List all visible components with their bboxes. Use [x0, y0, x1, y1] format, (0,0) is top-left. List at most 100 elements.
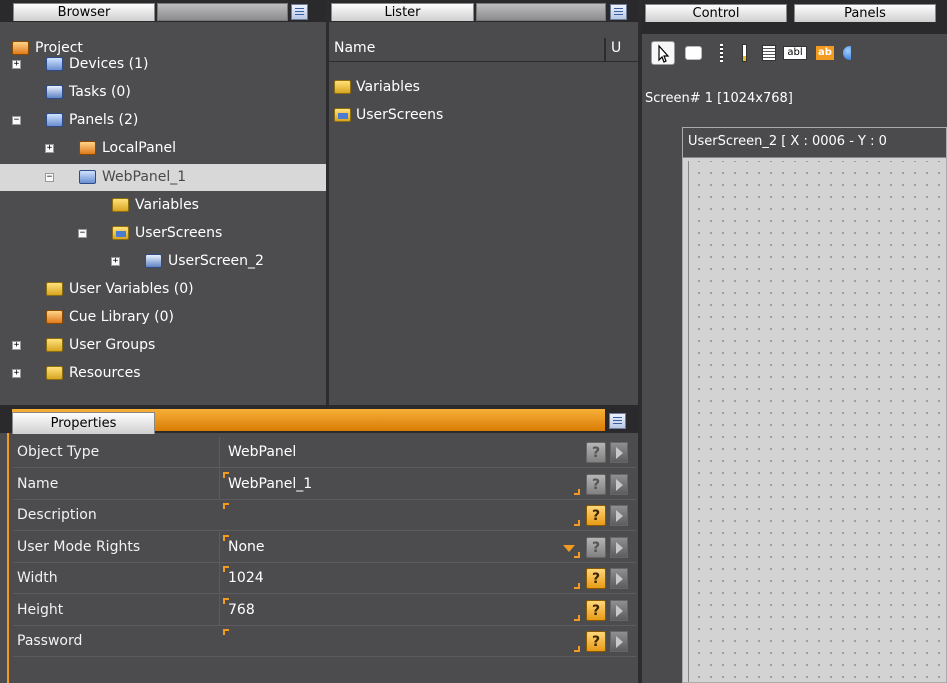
text-field-tool-icon[interactable]: abl	[782, 41, 808, 65]
tree-item[interactable]: Variables	[0, 192, 326, 219]
expand-arrow-icon[interactable]	[610, 631, 628, 652]
collapse-icon[interactable]: −	[12, 116, 21, 126]
userscreen-window[interactable]: UserScreen_2 [ X : 0006 - Y : 0	[682, 127, 947, 683]
browser-layout-icon[interactable]	[291, 4, 308, 20]
lister-layout-icon[interactable]	[610, 4, 627, 20]
tree-item[interactable]: User Variables (0)	[0, 276, 326, 303]
tree-item[interactable]: Tasks (0)	[0, 79, 326, 106]
column-divider	[604, 38, 606, 62]
column-name[interactable]: Name	[334, 40, 375, 56]
project-tree: Project + Devices (1) Tasks (0) − Panels (2) +…	[0, 36, 326, 405]
tree-item[interactable]: − WebPanel_1	[0, 163, 326, 191]
tasks-icon	[46, 85, 63, 100]
tree-item[interactable]: + LocalPanel	[0, 135, 326, 162]
collapse-icon[interactable]: −	[78, 228, 87, 238]
text-field-tool-label: abl	[783, 46, 807, 60]
property-row[interactable]: Description?	[13, 500, 636, 531]
property-value: WebPanel	[219, 437, 589, 468]
browser-header-strip	[157, 3, 288, 21]
tree-item-label: Cue Library (0)	[69, 309, 174, 325]
property-name: Width	[17, 570, 58, 586]
tab-properties[interactable]: Properties	[12, 412, 155, 434]
help-icon[interactable]: ?	[586, 442, 606, 463]
column-u[interactable]: U	[611, 40, 621, 56]
property-value[interactable]: 768	[219, 594, 589, 626]
pointer-tool-icon[interactable]	[651, 41, 675, 65]
expand-arrow-icon[interactable]	[610, 568, 628, 589]
tree-item-label: User Groups	[69, 337, 156, 354]
collapse-icon[interactable]: −	[45, 172, 54, 182]
edit-corner-marker	[574, 520, 580, 526]
list-tool-icon[interactable]	[758, 41, 782, 65]
expand-arrow-icon[interactable]	[610, 505, 628, 526]
property-row[interactable]: Width 1024?	[13, 563, 636, 594]
dropdown-arrow-icon[interactable]	[563, 544, 575, 552]
property-row[interactable]: Height 768?	[13, 594, 636, 626]
rectangle-tool-icon[interactable]	[682, 41, 706, 65]
lister-item-label: UserScreens	[356, 107, 444, 123]
property-row[interactable]: User Mode Rights None?	[13, 531, 636, 563]
expand-arrow-icon[interactable]	[610, 599, 628, 621]
properties-header: Properties	[0, 405, 638, 434]
edit-corner-marker	[574, 646, 580, 652]
browser-header: Browser	[0, 0, 326, 22]
edit-corner-marker	[223, 566, 229, 572]
tree-item-label: UserScreen_2	[168, 252, 264, 269]
expand-arrow-icon[interactable]	[610, 536, 628, 558]
help-icon[interactable]: ?	[586, 505, 606, 526]
help-icon[interactable]: ?	[586, 599, 606, 621]
editor-panel: Control Panels abl ab Screen# 1 [1024x76…	[642, 0, 947, 683]
expand-icon[interactable]: +	[12, 60, 21, 70]
property-row[interactable]: Object Type WebPanel?	[13, 437, 636, 468]
tree-item[interactable]: + User Groups	[0, 332, 326, 359]
tab-panels[interactable]: Panels	[794, 4, 936, 22]
property-name: Description	[17, 507, 97, 523]
tree-item[interactable]: + Resources	[0, 360, 326, 387]
tree-item[interactable]: − Panels (2)	[0, 107, 326, 134]
help-icon[interactable]: ?	[586, 536, 606, 558]
tab-lister[interactable]: Lister	[331, 3, 474, 21]
help-icon[interactable]: ?	[586, 568, 606, 589]
local-panel-icon	[79, 141, 96, 156]
expand-arrow-icon[interactable]	[610, 442, 628, 463]
design-canvas[interactable]	[688, 161, 946, 682]
screen-label: Screen# 1 [1024x768]	[645, 91, 793, 106]
vertical-bar-tool-icon[interactable]	[733, 41, 757, 65]
expand-icon[interactable]: +	[45, 144, 54, 154]
property-value[interactable]: None	[219, 531, 589, 563]
lister-header: Lister	[329, 0, 638, 22]
property-value[interactable]: 1024	[219, 563, 589, 594]
tree-item[interactable]: + Devices (1)	[0, 51, 326, 78]
edit-corner-marker	[223, 597, 229, 604]
property-name: Height	[17, 601, 64, 618]
tree-item-label: Resources	[69, 365, 141, 382]
expand-icon[interactable]: +	[12, 369, 21, 379]
edit-corner-marker	[223, 471, 229, 478]
property-value[interactable]: WebPanel_1	[219, 468, 589, 500]
help-icon[interactable]: ?	[586, 631, 606, 652]
circle-tool-icon[interactable]	[843, 41, 851, 65]
lister-column-header: Name U	[329, 38, 638, 62]
user-groups-folder-icon	[46, 338, 63, 353]
expand-icon[interactable]: +	[12, 341, 21, 351]
edit-corner-marker	[223, 503, 229, 509]
expand-arrow-icon[interactable]	[610, 473, 628, 495]
tab-control[interactable]: Control	[645, 4, 787, 22]
vertical-slider-tool-icon[interactable]	[710, 41, 734, 65]
text-label-tool-icon[interactable]: ab	[813, 41, 839, 65]
tree-item[interactable]: − UserScreens	[0, 220, 326, 247]
tab-browser[interactable]: Browser	[13, 3, 155, 21]
userscreen-title[interactable]: UserScreen_2 [ X : 0006 - Y : 0	[683, 128, 946, 158]
properties-panel: Properties Object Type WebPanel? Name WebPa…	[0, 405, 638, 683]
userscreens-folder-icon	[334, 108, 351, 122]
property-row[interactable]: Name WebPanel_1?	[13, 468, 636, 500]
tree-item[interactable]: Cue Library (0)	[0, 304, 326, 331]
help-icon[interactable]: ?	[586, 473, 606, 495]
devices-icon	[46, 57, 63, 72]
panel-divider[interactable]	[326, 0, 329, 405]
property-name: User Mode Rights	[17, 538, 141, 555]
tree-item[interactable]: + UserScreen_2	[0, 248, 326, 275]
property-row[interactable]: Password?	[13, 626, 636, 657]
expand-icon[interactable]: +	[111, 256, 120, 266]
properties-layout-icon[interactable]	[609, 413, 626, 429]
